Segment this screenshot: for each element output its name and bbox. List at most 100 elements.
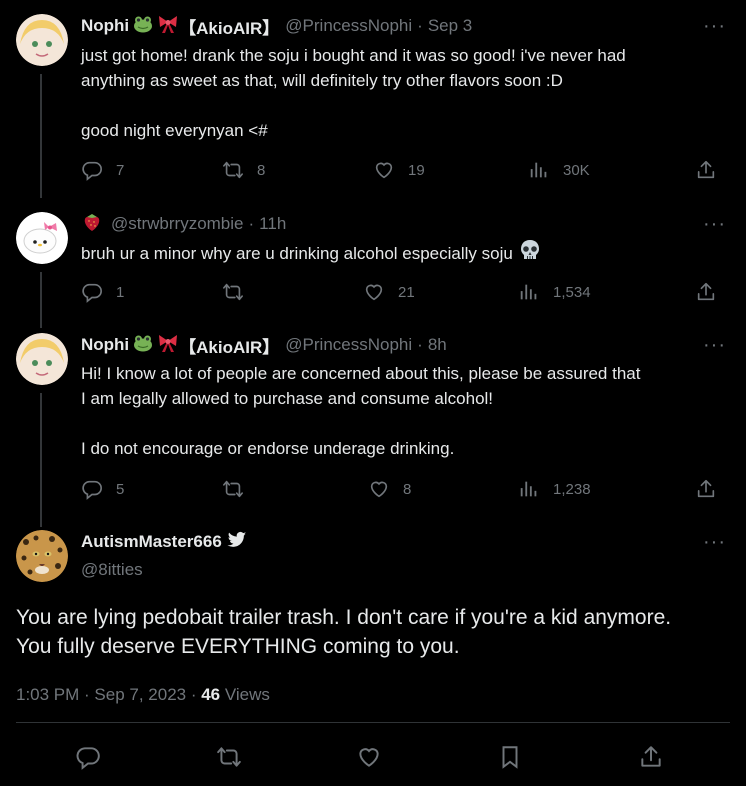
reply-button[interactable] bbox=[75, 744, 103, 772]
share-button[interactable] bbox=[695, 158, 717, 182]
display-name[interactable]: Nophi bbox=[81, 335, 129, 355]
retweet-button[interactable] bbox=[222, 280, 257, 304]
like-count: 19 bbox=[408, 161, 425, 179]
retweet-button[interactable]: 8 bbox=[222, 158, 265, 182]
reply-tweet-2[interactable]: @strwbrryzombie · 11h ··· bruh ur a mino… bbox=[0, 212, 746, 328]
retweet-button[interactable] bbox=[216, 744, 244, 772]
bookmark-button[interactable] bbox=[497, 744, 525, 772]
ribbon-emoji bbox=[157, 333, 179, 358]
timestamp[interactable]: 8h bbox=[428, 335, 447, 355]
separator-dot: · bbox=[417, 335, 423, 354]
avatar[interactable] bbox=[16, 212, 68, 264]
share-button[interactable] bbox=[695, 477, 717, 501]
retweet-icon bbox=[222, 281, 244, 303]
like-icon bbox=[373, 159, 395, 181]
tweet-text-line: You fully deserve EVERYTHING coming to y… bbox=[16, 635, 460, 658]
like-icon bbox=[363, 281, 385, 303]
like-count: 21 bbox=[398, 283, 415, 301]
badge-text: 【AkioAIR】 bbox=[179, 337, 280, 357]
retweet-icon bbox=[222, 159, 244, 181]
views-count: 46 bbox=[201, 685, 221, 704]
share-icon bbox=[695, 159, 717, 181]
avatar[interactable] bbox=[16, 530, 68, 582]
handle[interactable]: @PrincessNophi bbox=[285, 335, 412, 355]
action-bar: 7 8 19 30K bbox=[81, 158, 721, 182]
like-button[interactable] bbox=[356, 744, 384, 772]
tweet-text-line: bruh ur a minor why are u drinking alcoh… bbox=[81, 244, 513, 263]
share-icon bbox=[638, 744, 664, 770]
tweet-text-line: I am legally allowed to purchase and con… bbox=[81, 389, 494, 408]
views-icon bbox=[528, 159, 550, 181]
tweet-text-line: just got home! drank the soju i bought a… bbox=[81, 46, 626, 65]
views-button[interactable]: 1,534 bbox=[518, 280, 591, 304]
action-bar: 5 8 1,238 bbox=[81, 477, 721, 501]
reply-button[interactable]: 5 bbox=[81, 477, 124, 501]
tweet-text: just got home! drank the soju i bought a… bbox=[81, 43, 722, 143]
bookmark-icon bbox=[497, 744, 523, 770]
display-name[interactable]: Nophi bbox=[81, 16, 129, 36]
share-icon bbox=[695, 281, 717, 303]
like-count: 8 bbox=[403, 480, 412, 498]
timestamp[interactable]: Sep 3 bbox=[428, 16, 472, 36]
more-icon[interactable]: ··· bbox=[703, 333, 726, 357]
views-count: 1,534 bbox=[553, 283, 591, 301]
reply-icon bbox=[75, 744, 101, 770]
thread-line bbox=[40, 272, 42, 328]
reply-count: 5 bbox=[116, 480, 125, 498]
frog-emoji bbox=[133, 334, 153, 357]
more-icon[interactable]: ··· bbox=[703, 530, 726, 554]
handle[interactable]: @strwbrryzombie bbox=[111, 214, 244, 234]
more-icon[interactable]: ··· bbox=[703, 212, 726, 236]
avatar[interactable] bbox=[16, 14, 68, 66]
like-icon bbox=[356, 744, 382, 770]
retweet-icon bbox=[216, 744, 242, 770]
tweet-header: @strwbrryzombie · 11h bbox=[81, 212, 286, 236]
retweet-button[interactable] bbox=[222, 477, 257, 501]
like-icon bbox=[368, 478, 390, 500]
reply-icon bbox=[81, 281, 103, 303]
share-icon bbox=[695, 478, 717, 500]
handle[interactable]: @PrincessNophi bbox=[285, 16, 412, 36]
views-icon bbox=[518, 281, 540, 303]
timestamp[interactable]: 11h bbox=[259, 214, 286, 234]
share-button[interactable] bbox=[638, 744, 666, 772]
retweet-icon bbox=[222, 478, 244, 500]
action-bar: 1 21 1,534 bbox=[81, 280, 721, 304]
tweet-text-line: You are lying pedobait trailer trash. I … bbox=[16, 606, 672, 629]
ribbon-emoji bbox=[157, 14, 179, 39]
reply-count: 7 bbox=[116, 161, 125, 179]
tweet-text-line: good night everynyan <# bbox=[81, 121, 268, 140]
author-block: AutismMaster666 @8itties bbox=[81, 530, 247, 582]
frog-emoji bbox=[133, 15, 153, 38]
views-button[interactable]: 30K bbox=[528, 158, 590, 182]
reply-count: 1 bbox=[116, 283, 125, 301]
badge-text: 【AkioAIR】 bbox=[179, 18, 280, 38]
reply-button[interactable]: 1 bbox=[81, 280, 124, 304]
reply-tweet-1[interactable]: Nophi 【AkioAIR】 @PrincessNophi · Sep 3 ·… bbox=[0, 14, 746, 198]
author-name-row: AutismMaster666 bbox=[81, 530, 247, 554]
views-icon bbox=[518, 478, 540, 500]
more-icon[interactable]: ··· bbox=[703, 14, 726, 38]
display-name[interactable]: AutismMaster666 bbox=[81, 532, 222, 552]
timestamp[interactable]: 1:03 PM · Sep 7, 2023 · bbox=[16, 685, 201, 704]
tweet-text: Hi! I know a lot of people are concerned… bbox=[81, 361, 722, 461]
tweet-text-line: I do not encourage or endorse underage d… bbox=[81, 439, 455, 458]
reply-button[interactable]: 7 bbox=[81, 158, 124, 182]
avatar[interactable] bbox=[16, 333, 68, 385]
views-button[interactable]: 1,238 bbox=[518, 477, 591, 501]
handle[interactable]: @8itties bbox=[81, 558, 247, 582]
tweet-meta: 1:03 PM · Sep 7, 2023 · 46 Views bbox=[16, 683, 270, 707]
separator-dot: · bbox=[417, 16, 423, 35]
tweet-header: Nophi 【AkioAIR】 @PrincessNophi · 8h bbox=[81, 333, 447, 357]
share-button[interactable] bbox=[695, 280, 717, 304]
views-count: 30K bbox=[563, 161, 590, 179]
views-label: Views bbox=[220, 685, 270, 704]
like-button[interactable]: 8 bbox=[368, 477, 411, 501]
tweet-text: bruh ur a minor why are u drinking alcoh… bbox=[81, 239, 722, 268]
reply-icon bbox=[81, 159, 103, 181]
reply-tweet-3[interactable]: Nophi 【AkioAIR】 @PrincessNophi · 8h ··· … bbox=[0, 333, 746, 527]
tweet-text-line: anything as sweet as that, will definite… bbox=[81, 71, 563, 90]
action-bar bbox=[0, 744, 746, 774]
like-button[interactable]: 19 bbox=[373, 158, 425, 182]
like-button[interactable]: 21 bbox=[363, 280, 415, 304]
